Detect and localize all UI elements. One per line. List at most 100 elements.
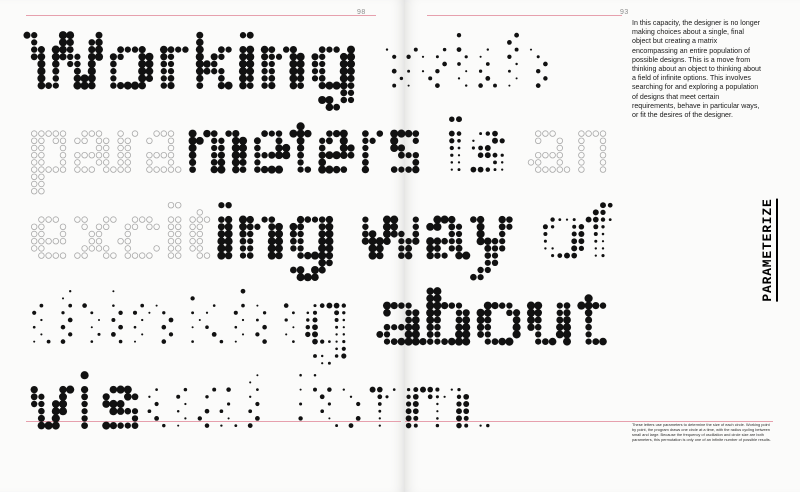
dot-dense: [267, 244, 276, 253]
dot-outline: [549, 166, 556, 173]
dot-dotted: [341, 346, 346, 351]
dot-dense: [282, 143, 291, 153]
dot-dense: [368, 244, 377, 253]
dot-outline: [160, 130, 167, 137]
dot-dotted: [305, 324, 311, 330]
dot-outline: [88, 130, 95, 137]
dot-outline: [38, 144, 45, 152]
dot-dense: [326, 130, 333, 137]
dot-dense: [361, 237, 370, 245]
dot-dense: [217, 158, 226, 167]
dot-dotted: [377, 402, 382, 406]
dot-dense: [246, 223, 254, 231]
dot-dense: [304, 129, 312, 138]
dot-outline: [59, 166, 67, 173]
dot-dense: [268, 230, 276, 238]
dot-dense: [585, 331, 592, 338]
dot-sparse: [298, 416, 303, 421]
dot-dotted: [335, 347, 338, 351]
dot-dotted: [564, 252, 570, 259]
dot-dense: [347, 82, 355, 89]
dot-outline: [102, 137, 110, 144]
dot-dense: [325, 165, 334, 174]
dot-dotted: [450, 153, 454, 157]
dot-dense: [261, 216, 268, 223]
dot-dotted: [463, 393, 470, 400]
dot-sparse: [241, 303, 245, 308]
dot-outline: [556, 137, 563, 144]
dot-outline: [174, 223, 182, 230]
dot-outline: [124, 159, 131, 166]
dot-outline: [52, 252, 59, 259]
dot-dotted: [456, 401, 462, 407]
dot-dense: [267, 237, 276, 246]
dot-dotted: [550, 217, 555, 222]
dot-dense: [592, 338, 600, 345]
dot-dense: [274, 229, 284, 239]
dot-dense: [246, 31, 254, 39]
dot-dense: [434, 252, 441, 259]
dot-outline: [81, 216, 88, 223]
dot-dense: [390, 166, 398, 173]
dot-dotted: [600, 217, 606, 222]
dot-sparse: [46, 339, 51, 344]
dot-dense: [268, 81, 276, 90]
dot-sparse: [227, 417, 230, 420]
dot-dense: [297, 159, 304, 166]
dot-dense: [74, 60, 81, 68]
dot-dense: [290, 266, 297, 274]
dot-dotted: [593, 224, 599, 230]
dot-outline: [196, 237, 203, 245]
dot-dotted: [600, 202, 606, 209]
dot-dense: [405, 316, 413, 324]
dot-dotted: [543, 231, 548, 237]
dot-dense: [124, 422, 131, 429]
dot-dotted: [443, 395, 446, 398]
dot-dense: [319, 137, 326, 144]
dot-outline: [535, 137, 542, 144]
dot-dense: [491, 301, 499, 310]
dot-dense: [304, 251, 312, 260]
dot-dense: [59, 53, 67, 61]
dot-outline: [167, 201, 175, 209]
dot-dense: [318, 251, 327, 260]
dot-dense: [282, 151, 291, 160]
dot-dotted: [607, 202, 613, 208]
dot-dense: [95, 38, 103, 47]
dot-outline: [59, 223, 67, 230]
dot-dense: [275, 244, 283, 253]
dot-sparse: [255, 401, 260, 407]
dot-dense: [599, 337, 607, 346]
dot-dense: [297, 245, 304, 252]
dot-dotted: [312, 331, 318, 338]
dot-dotted: [412, 401, 419, 407]
dot-dense: [282, 46, 290, 53]
dot-dense: [289, 230, 298, 238]
dot-dense: [376, 251, 384, 260]
dot-dense: [268, 75, 276, 82]
dot-outline: [117, 144, 124, 152]
dot-sparse: [507, 69, 511, 73]
dot-dotted: [413, 415, 419, 421]
dot-dense: [498, 337, 507, 346]
dot-sparse: [184, 417, 187, 420]
dot-outline: [189, 245, 196, 252]
dot-dense: [109, 421, 118, 430]
dot-dense: [296, 67, 305, 76]
dot-dense: [512, 323, 521, 332]
dot-outline: [59, 151, 67, 159]
dot-dotted: [392, 388, 396, 391]
dot-dotted: [305, 331, 311, 338]
dot-dense: [484, 323, 492, 331]
dot-sparse: [406, 54, 411, 59]
dot-outline: [174, 216, 182, 223]
dot-dense: [239, 46, 247, 54]
dot-dense: [562, 323, 572, 332]
dot-dense: [412, 130, 420, 137]
dot-outline: [599, 144, 607, 152]
dot-outline: [31, 230, 38, 238]
dot-sparse: [154, 416, 160, 421]
dot-sparse: [234, 340, 237, 343]
dot-dense: [484, 316, 492, 324]
dot-dotted: [493, 168, 497, 172]
